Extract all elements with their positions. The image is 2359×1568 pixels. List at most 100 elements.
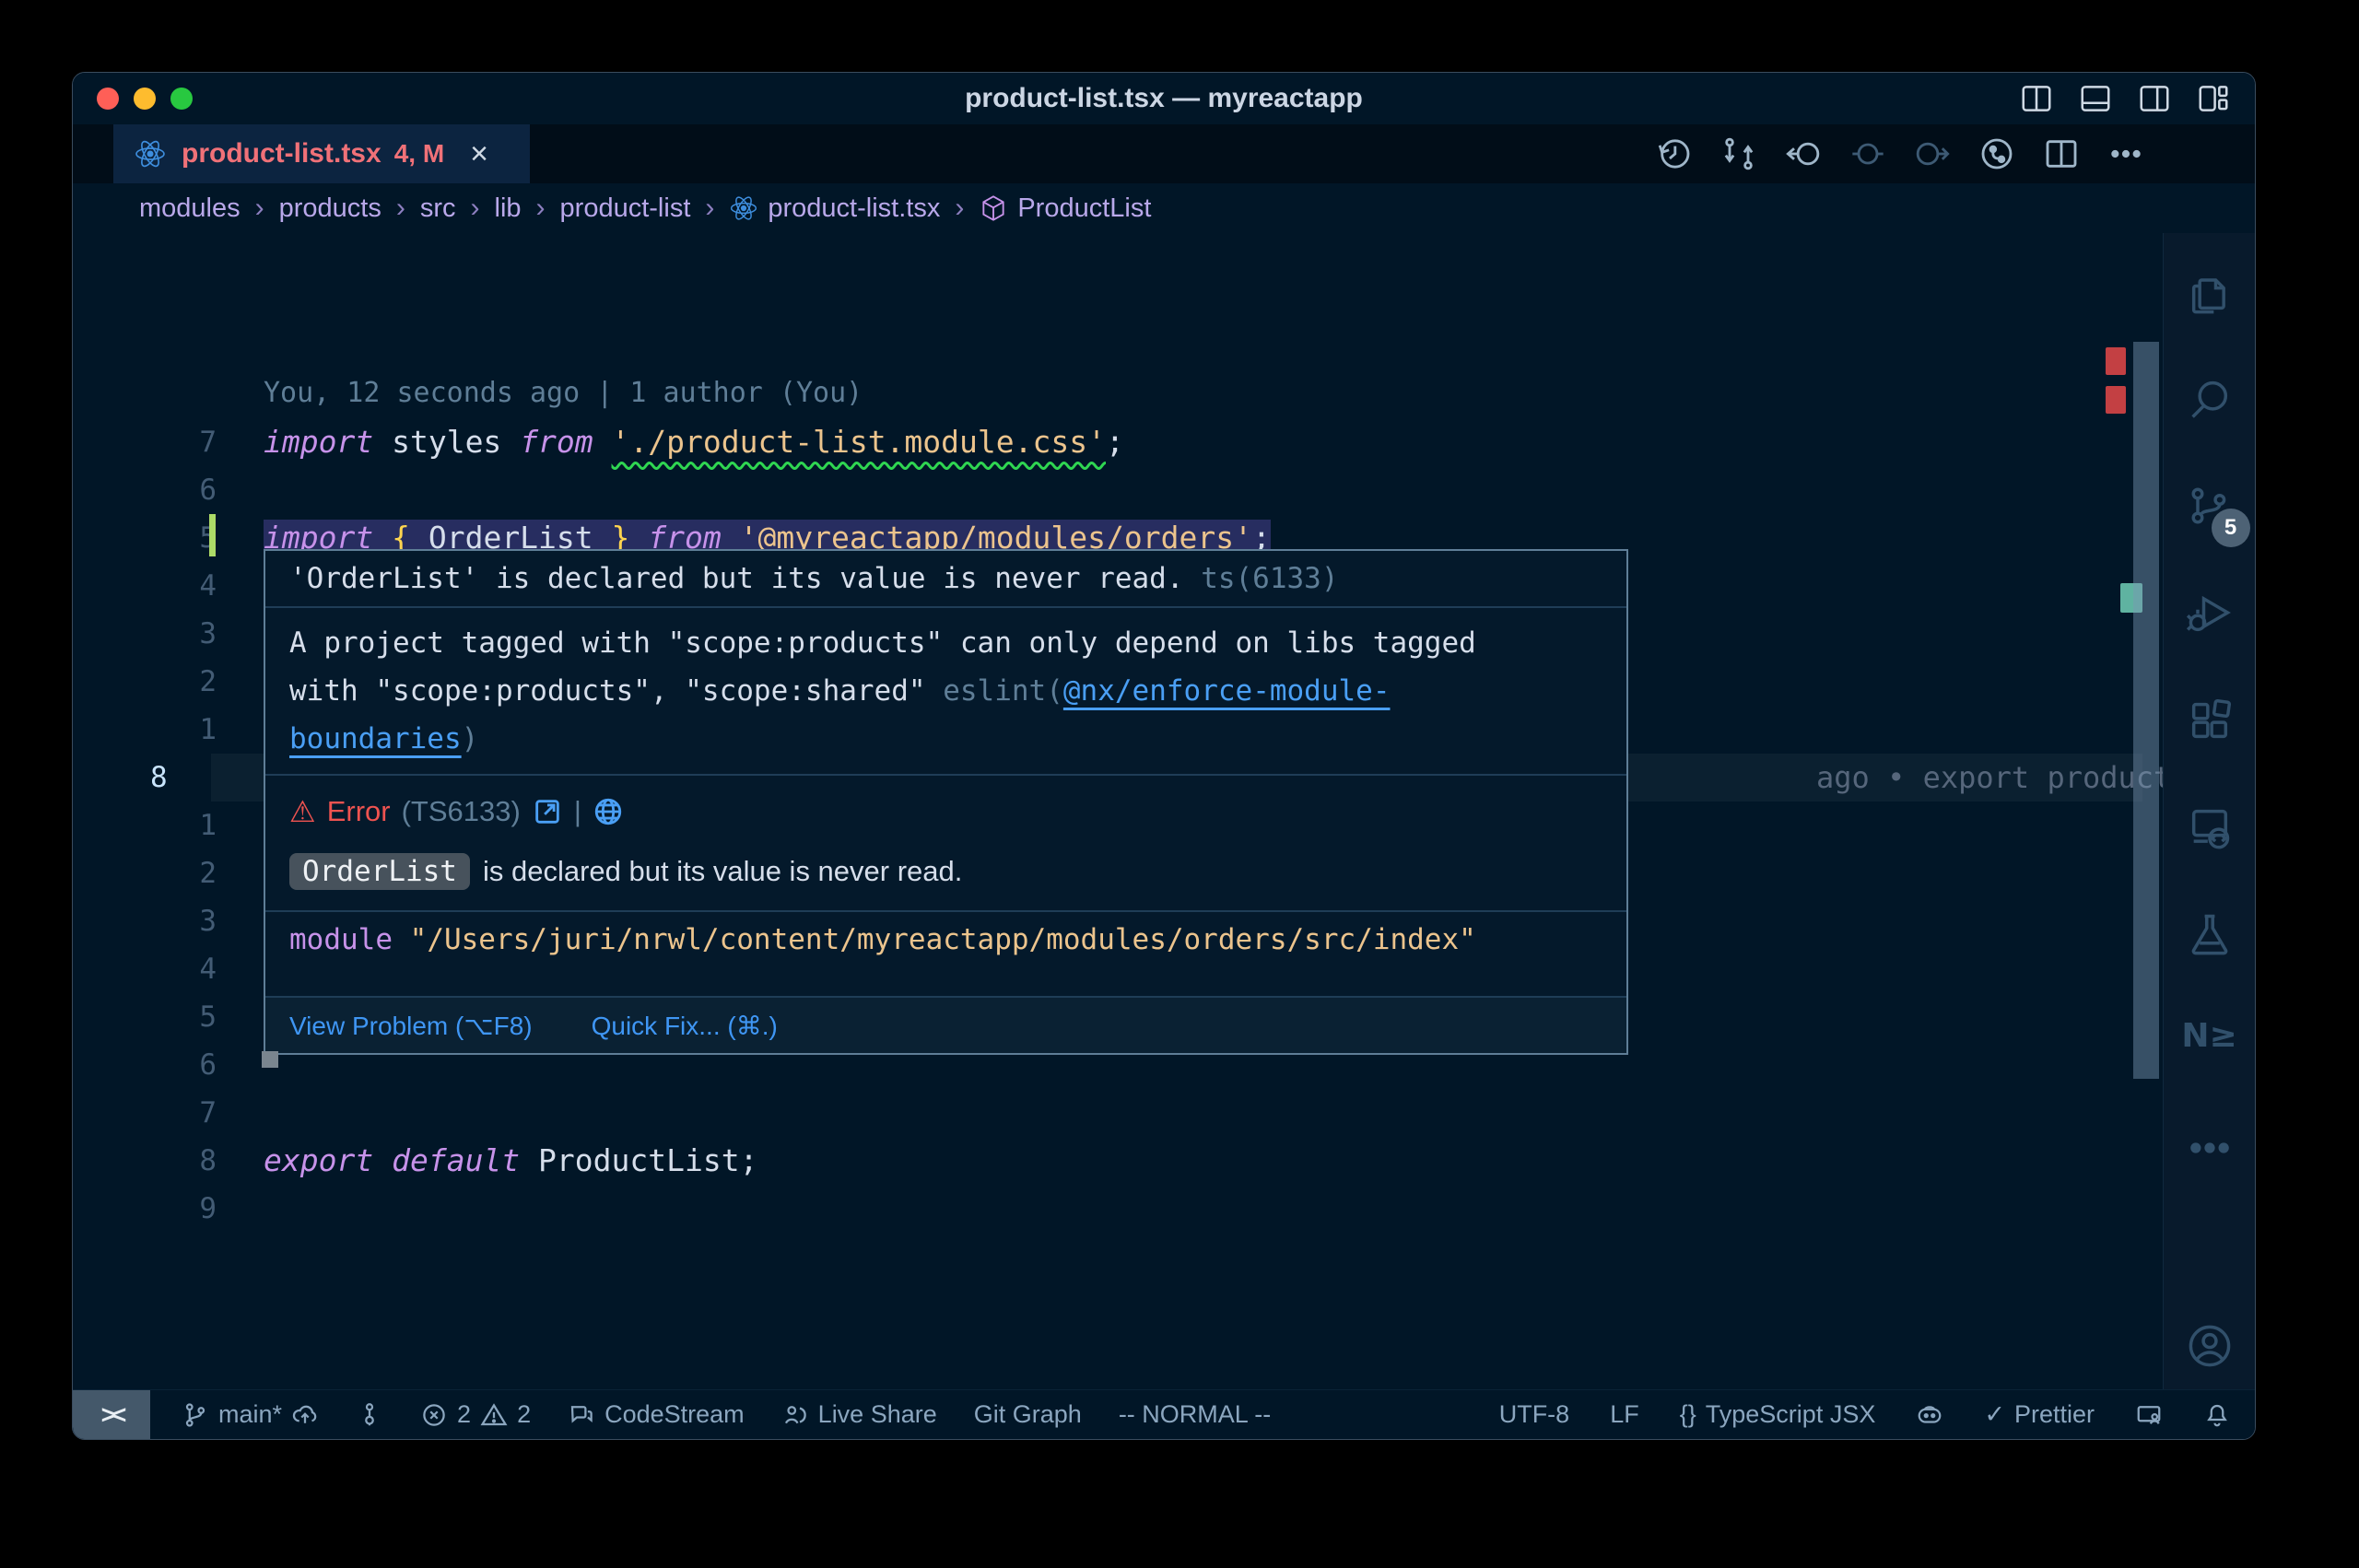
breadcrumb: modules› products› src› lib› product-lis… xyxy=(73,183,2255,233)
codestream-icon xyxy=(568,1401,595,1429)
symbol-cube-icon xyxy=(979,193,1008,223)
gutter-modified-indicator xyxy=(209,514,216,556)
nx-console-icon[interactable]: N≥ xyxy=(2181,1017,2236,1055)
symbol-chip: OrderList xyxy=(289,853,470,890)
react-file-icon xyxy=(134,137,167,170)
gutter-line-number: 4 xyxy=(106,945,217,993)
split-editor-icon[interactable] xyxy=(2043,135,2080,172)
run-debug-icon[interactable] xyxy=(2186,589,2234,641)
status-bar: >< main* 2 2 CodeStream Live xyxy=(73,1389,2256,1439)
timeline-history-icon[interactable] xyxy=(1656,135,1693,172)
more-actions-icon[interactable] xyxy=(2107,135,2144,172)
ts-diagnostic-source: ts(6133) xyxy=(1201,562,1338,595)
explorer-icon[interactable] xyxy=(2186,268,2234,321)
gutter-line-number: 4 xyxy=(106,562,217,610)
breadcrumb-lib[interactable]: lib xyxy=(495,193,522,224)
navigate-next-change-icon[interactable] xyxy=(1914,135,1951,172)
window-title: product-list.tsx — myreactapp xyxy=(73,73,2255,124)
activity-bar: 5 N≥ 1 xyxy=(2163,233,2255,1440)
gutter-line-number: 6 xyxy=(106,1041,217,1089)
problems-status[interactable]: 2 2 xyxy=(420,1400,531,1429)
title-bar: product-list.tsx — myreactapp xyxy=(73,73,2255,124)
breadcrumb-src[interactable]: src xyxy=(420,193,456,224)
toggle-secondary-sidebar-icon[interactable] xyxy=(2137,81,2172,116)
account-icon[interactable] xyxy=(2186,1322,2234,1375)
tab-close-icon[interactable]: × xyxy=(470,124,488,183)
remote-explorer-icon[interactable] xyxy=(2186,803,2234,856)
testing-beaker-icon[interactable] xyxy=(2186,910,2234,963)
errors-icon xyxy=(420,1401,448,1429)
customize-layout-icon[interactable] xyxy=(2196,81,2231,116)
blame-annotation: You, 12 seconds ago | 1 author (You) xyxy=(264,369,863,417)
warning-triangle-icon: ⚠ xyxy=(289,794,316,829)
gutter-line-number: 5 xyxy=(106,993,217,1041)
toggle-panel-icon[interactable] xyxy=(2078,81,2113,116)
breadcrumb-modules[interactable]: modules xyxy=(139,193,241,224)
branch-icon xyxy=(182,1401,209,1429)
screencast-account-status[interactable] xyxy=(2135,1401,2163,1429)
vertical-scrollbar[interactable] xyxy=(2133,342,2159,1079)
breadcrumb-product-list-dir[interactable]: product-list xyxy=(560,193,691,224)
gutter-line-number: 3 xyxy=(106,610,217,658)
overview-error-mark xyxy=(2106,386,2126,414)
code-editor[interactable]: 7 6 5 4 3 2 1 8 1 2 3 4 5 6 7 8 9 ago • … xyxy=(73,342,2165,1440)
git-branch-status[interactable]: main* xyxy=(182,1400,319,1429)
navigate-back-change-icon[interactable] xyxy=(1785,135,1822,172)
view-problem-link[interactable]: View Problem (⌥F8) xyxy=(289,1011,533,1041)
search-icon[interactable] xyxy=(2186,375,2234,427)
gutter-line-number: 3 xyxy=(106,897,217,945)
toggle-sidebar-icon[interactable] xyxy=(2019,81,2054,116)
vim-mode-status[interactable]: -- NORMAL -- xyxy=(1119,1400,1271,1429)
code-line-export-default[interactable]: export default ProductList; xyxy=(264,1137,757,1185)
gutter-line-number: 7 xyxy=(106,418,217,466)
live-share-icon xyxy=(781,1401,809,1429)
tab-bar: product-list.tsx 4, M × xyxy=(73,124,2255,183)
encoding-status[interactable]: UTF-8 xyxy=(1499,1400,1570,1429)
tooltip-resize-grip[interactable] xyxy=(262,1051,278,1068)
gutter-line-number: 9 xyxy=(106,1185,217,1233)
git-graph-view-icon[interactable] xyxy=(1978,135,2015,172)
diagnostics-hover-tooltip: 'OrderList' is declared but its value is… xyxy=(264,549,1628,1055)
gitlens-icon xyxy=(356,1401,383,1429)
copilot-status[interactable] xyxy=(1916,1401,1943,1429)
ts-diagnostic-message: 'OrderList' is declared but its value is… xyxy=(265,551,1626,606)
current-change-icon[interactable] xyxy=(1849,135,1886,172)
gutter-current-line-number: 8 xyxy=(150,754,168,802)
quick-fix-link[interactable]: Quick Fix... (⌘.) xyxy=(592,1011,778,1041)
tab-product-list[interactable]: product-list.tsx 4, M × xyxy=(113,124,530,183)
tab-modified-flags: 4, M xyxy=(394,139,444,169)
extensions-icon[interactable] xyxy=(2186,696,2234,749)
vscode-window: product-list.tsx — myreactapp product-li… xyxy=(72,72,2256,1440)
git-graph-status[interactable]: Git Graph xyxy=(974,1400,1082,1429)
gutter-line-number: 2 xyxy=(106,849,217,897)
breadcrumb-symbol[interactable]: ProductList xyxy=(1017,193,1151,224)
compare-changes-icon[interactable] xyxy=(1720,135,1757,172)
language-mode-status[interactable]: {}TypeScript JSX xyxy=(1680,1400,1876,1429)
prettier-status[interactable]: ✓Prettier xyxy=(1984,1400,2095,1429)
eol-status[interactable]: LF xyxy=(1610,1400,1639,1429)
overview-error-mark xyxy=(2106,347,2126,375)
codestream-status[interactable]: CodeStream xyxy=(568,1400,745,1429)
publish-cloud-icon xyxy=(291,1401,319,1429)
breadcrumb-file[interactable]: product-list.tsx xyxy=(768,193,940,224)
warnings-icon xyxy=(480,1401,508,1429)
open-external-icon[interactable] xyxy=(532,796,563,827)
gitlens-status[interactable] xyxy=(356,1401,383,1429)
gutter-line-number: 5 xyxy=(106,514,217,562)
notifications-bell-icon[interactable] xyxy=(2203,1401,2231,1429)
gutter-line-number: 7 xyxy=(106,1089,217,1137)
source-control-badge: 5 xyxy=(2212,509,2250,547)
breadcrumb-products[interactable]: products xyxy=(279,193,381,224)
source-control-icon[interactable]: 5 xyxy=(2186,482,2234,534)
gutter-line-number: 1 xyxy=(106,706,217,754)
gutter-line-number: 1 xyxy=(106,802,217,849)
remote-indicator[interactable]: >< xyxy=(73,1390,150,1440)
live-share-status[interactable]: Live Share xyxy=(781,1400,937,1429)
copilot-icon xyxy=(1916,1401,1943,1429)
code-line-import-styles[interactable]: import styles from './product-list.modul… xyxy=(264,418,1124,466)
gutter-line-number: 2 xyxy=(106,658,217,706)
globe-icon[interactable] xyxy=(593,796,624,827)
additional-views-icon[interactable] xyxy=(2186,1124,2234,1176)
tooltip-actions: View Problem (⌥F8) Quick Fix... (⌘.) xyxy=(265,996,1626,1053)
error-label: Error xyxy=(327,795,391,828)
